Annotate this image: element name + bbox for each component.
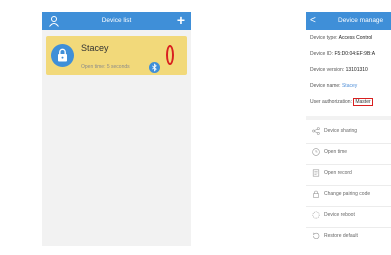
device-id-value: F5:D0:04:EF:9B:A: [334, 51, 376, 57]
add-device-button[interactable]: +: [174, 12, 188, 30]
lock-icon: [51, 44, 74, 67]
device-type-label: Device type:: [310, 35, 339, 41]
menu-item-label: Device reboot: [324, 212, 355, 218]
page-title: Device manage: [338, 17, 384, 24]
restore-icon: [312, 232, 320, 240]
device-info-panel: Device type: Access Control Device ID: F…: [306, 30, 391, 116]
device-name-value[interactable]: Stacey: [342, 83, 357, 89]
menu-item-label: Change pairing code: [324, 191, 371, 197]
device-id-row: Device ID: F5:D0:04:EF:9B:A: [310, 51, 375, 57]
user-authorization-value: Master: [353, 98, 373, 106]
device-type-value: Access Control: [338, 35, 373, 41]
device-version-row: Device version: 13101310: [310, 67, 368, 73]
device-version-label: Device version:: [310, 67, 346, 73]
menu-item-restore-default[interactable]: Restore default: [306, 225, 391, 246]
device-name-label: Device name:: [310, 83, 342, 89]
user-icon[interactable]: [48, 15, 60, 27]
device-version-value: 13101310: [345, 67, 368, 73]
clock-icon: [312, 148, 320, 156]
user-authorization-row: User authorization: Master: [310, 98, 373, 106]
device-type-row: Device type: Access Control: [310, 35, 372, 41]
menu-item-label: Device sharing: [324, 128, 358, 134]
reboot-icon: [312, 211, 320, 219]
back-icon[interactable]: <: [310, 12, 320, 30]
device-id-label: Device ID:: [310, 51, 335, 57]
page-title: Device list: [101, 17, 132, 24]
device-name: Stacey: [81, 43, 109, 53]
device-card[interactable]: Stacey Open time: 5 seconds: [46, 36, 187, 75]
menu-item-label: Open time: [324, 149, 348, 155]
user-authorization-label: User authorization:: [310, 99, 354, 105]
share-icon: [312, 127, 320, 135]
lock-icon: [313, 190, 319, 198]
record-icon: [312, 169, 320, 177]
menu-item-label: Open record: [324, 170, 352, 176]
open-time-text: Open time: 5 seconds: [81, 64, 130, 70]
bluetooth-icon: [149, 62, 160, 73]
device-list-screen: Device list + Stacey Open time: 5 second…: [42, 12, 191, 246]
highlight-oval: [166, 45, 174, 65]
device-name-row[interactable]: Device name: Stacey: [310, 83, 357, 89]
device-menu: Device sharing Open time Open record Cha…: [306, 120, 391, 246]
device-manage-screen: < Device manage Device type: Access Cont…: [306, 12, 391, 246]
menu-item-label: Restore default: [324, 233, 358, 239]
